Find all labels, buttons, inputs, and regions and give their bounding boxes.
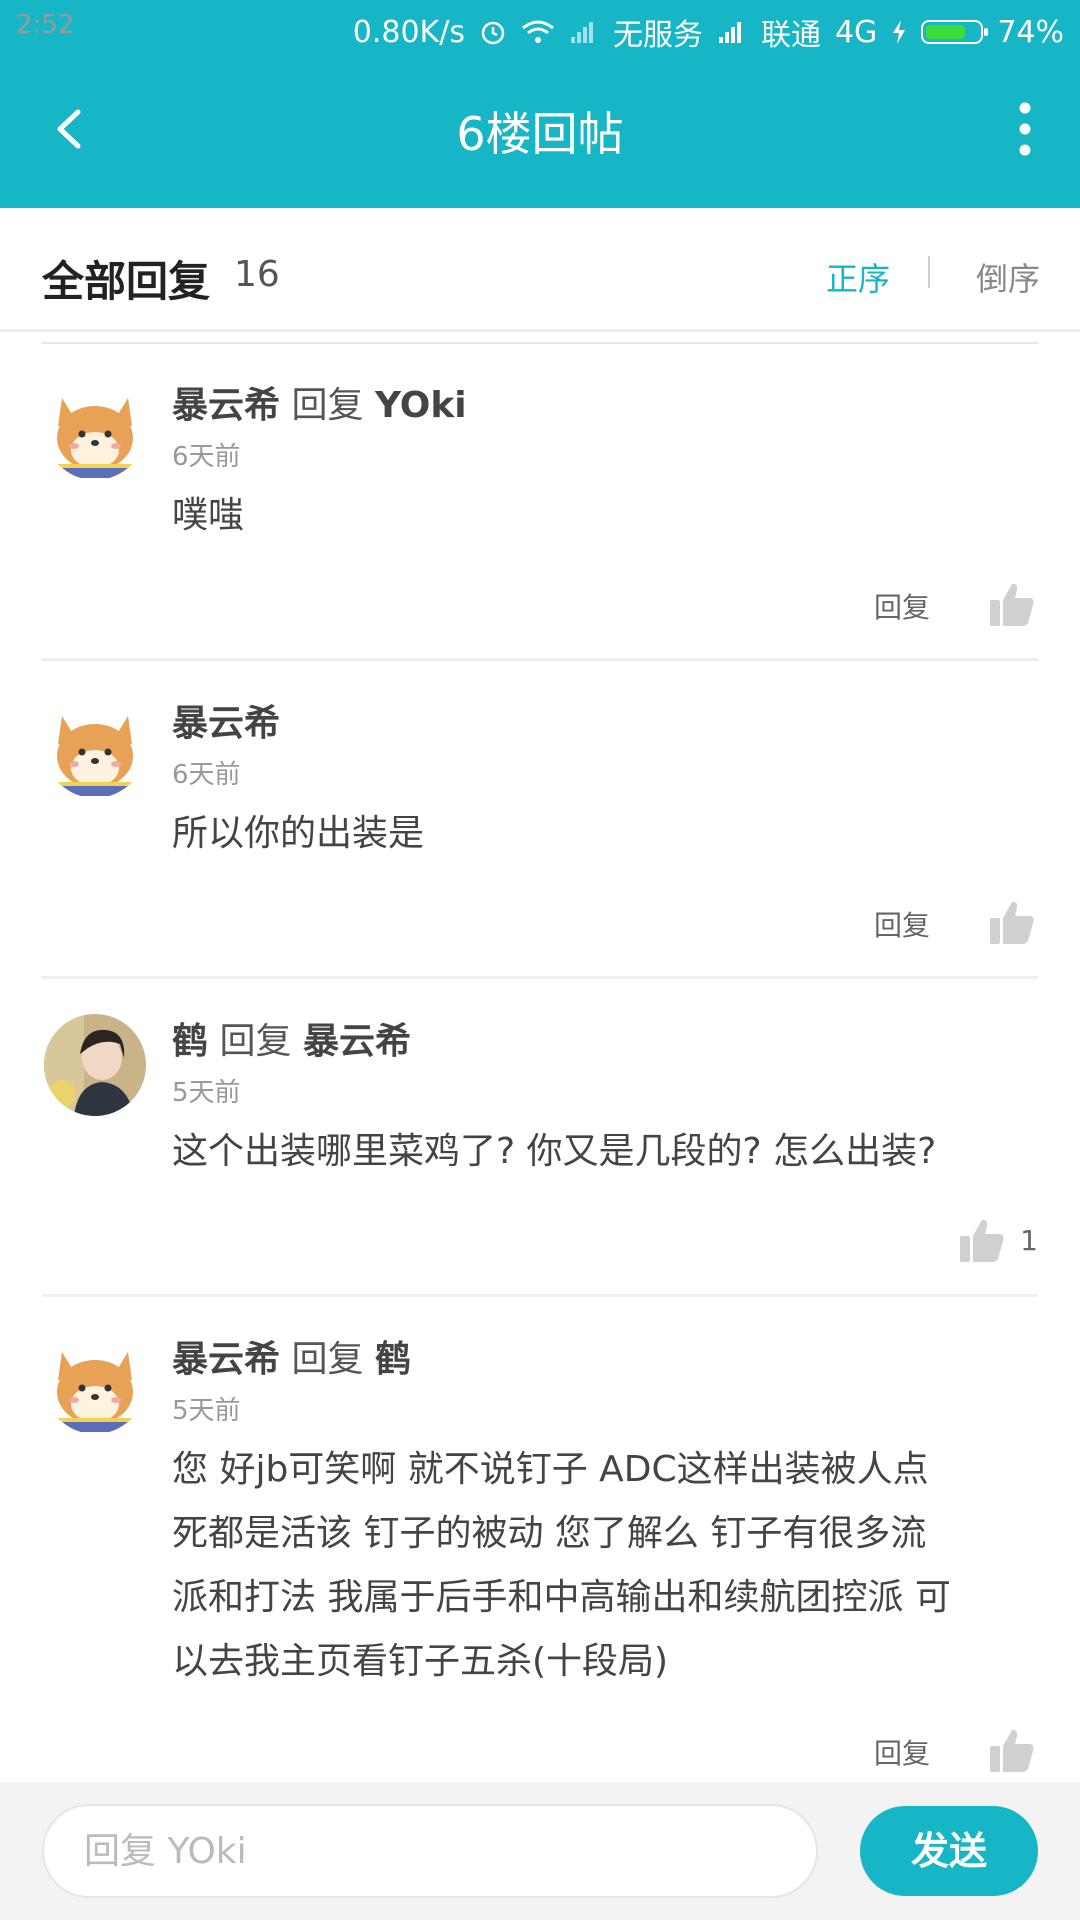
all-replies-title: 全部回复 [42, 257, 211, 306]
shiba-avatar[interactable] [44, 378, 146, 480]
person-avatar[interactable] [44, 1014, 146, 1116]
alarm-icon [481, 21, 505, 45]
reply-author-line: 暴云希 回复 YOki [172, 376, 467, 428]
reply-time: 5天前 [172, 1396, 241, 1426]
more-vertical-icon [1019, 102, 1031, 156]
reply-button[interactable]: 回复 [874, 586, 930, 626]
top-bar: 2:52 0.80K/s 无服务 联通 4G 74% 6楼回帖 [0, 0, 1080, 208]
reply-item: 暴云希 回复 鹤 5天前 您 好jb可笑啊 就不说钉子 ADC这样出装被人点 死… [0, 1296, 1080, 1782]
like-button[interactable] [988, 898, 1036, 946]
shiba-avatar-image [44, 696, 146, 798]
reply-content: 噗嗤 [172, 484, 1042, 548]
shiba-avatar[interactable] [44, 696, 146, 798]
like-button[interactable] [988, 580, 1036, 628]
page-title: 6楼回帖 [456, 107, 624, 161]
reply-content: 所以你的出装是 [172, 802, 1042, 866]
reply-item: 鹤 回复 暴云希 5天前 这个出装哪里菜鸡了? 你又是几段的? 怎么出装? 1 [0, 978, 1080, 1297]
reply-to-word: 回复 [291, 385, 364, 426]
reply-to-word: 回复 [219, 1021, 292, 1062]
reply-to-word: 回复 [291, 1339, 364, 1380]
shiba-avatar-image [44, 1332, 146, 1434]
reply-input[interactable] [42, 1804, 818, 1898]
charging-icon [893, 20, 906, 44]
reply-content: 您 好jb可笑啊 就不说钉子 ADC这样出装被人点 死都是活该 钉子的被动 您了… [172, 1438, 1042, 1694]
status-bar: 2:52 0.80K/s 无服务 联通 4G 74% [0, 0, 1080, 56]
thumbs-up-icon [990, 1729, 1034, 1772]
reply-time: 5天前 [172, 1078, 241, 1108]
shiba-avatar-image [44, 378, 146, 480]
status-right: 0.80K/s 无服务 联通 4G 74% [353, 10, 1064, 54]
reply-content-line: 死都是活该 钉子的被动 您了解么 钉子有很多流 [172, 1513, 927, 1554]
replies-header: 全部回复 16 正序 倒序 [0, 208, 1080, 332]
signal-empty-icon [570, 22, 593, 43]
reply-time: 6天前 [172, 760, 241, 790]
thumbs-up-icon [990, 583, 1034, 626]
nav-bar: 6楼回帖 [0, 56, 1080, 208]
more-button[interactable] [990, 94, 1060, 164]
reply-list[interactable]: 暴云希 回复 YOki 6天前 噗嗤 回复 暴云希 6天前 所以你的出装是 回复… [0, 342, 1080, 1782]
reply-author[interactable]: 鹤 [172, 1021, 208, 1062]
reply-content: 这个出装哪里菜鸡了? 你又是几段的? 怎么出装? [172, 1120, 1042, 1184]
reply-target[interactable]: YOki [375, 385, 467, 426]
replies-count: 16 [234, 254, 280, 295]
reply-button[interactable]: 回复 [874, 1732, 930, 1772]
reply-author[interactable]: 暴云希 [172, 385, 280, 426]
reply-target[interactable]: 鹤 [375, 1339, 411, 1380]
reply-item: 暴云希 6天前 所以你的出装是 回复 [0, 660, 1080, 979]
reply-author-line: 暴云希 [172, 694, 280, 746]
like-button[interactable] [988, 1726, 1036, 1774]
reply-content-line: 所以你的出装是 [172, 813, 425, 854]
reply-author[interactable]: 暴云希 [172, 1339, 280, 1380]
reply-target[interactable]: 暴云希 [303, 1021, 411, 1062]
reply-composer: 发送 [0, 1782, 1080, 1920]
battery-level [926, 25, 965, 39]
sort-ascending-button[interactable]: 正序 [826, 254, 890, 300]
wifi-icon [522, 20, 554, 43]
like-count: 1 [1020, 1224, 1038, 1257]
battery-percent: 74% [997, 14, 1064, 50]
reply-item: 暴云希 回复 YOki 6天前 噗嗤 回复 [0, 342, 1080, 661]
reply-author-line: 暴云希 回复 鹤 [172, 1330, 411, 1382]
sort-descending-button[interactable]: 倒序 [976, 254, 1040, 300]
reply-button[interactable]: 回复 [874, 904, 930, 944]
status-time: 2:52 [16, 10, 75, 40]
thumbs-up-icon [960, 1219, 1004, 1262]
reply-content-line: 派和打法 我属于后手和中高输出和续航团控派 可 [172, 1577, 951, 1618]
net-speed: 0.80K/s [352, 14, 465, 50]
send-button[interactable]: 发送 [860, 1806, 1038, 1896]
person-avatar-image [44, 1014, 146, 1116]
reply-author[interactable]: 暴云希 [172, 703, 280, 744]
thumbs-up-icon [990, 901, 1034, 944]
reply-content-line: 您 好jb可笑啊 就不说钉子 ADC这样出装被人点 [172, 1449, 929, 1490]
reply-content-line: 噗嗤 [172, 495, 245, 536]
reply-content-line: 以去我主页看钉子五杀(十段局) [172, 1641, 669, 1682]
reply-author-line: 鹤 回复 暴云希 [172, 1012, 411, 1064]
sort-separator [928, 256, 930, 288]
like-button[interactable] [958, 1216, 1006, 1264]
battery-icon [921, 20, 989, 44]
carrier-label: 联通 [760, 18, 821, 53]
signal-icon [718, 22, 741, 43]
no-service-label: 无服务 [612, 18, 703, 53]
reply-content-line: 这个出装哪里菜鸡了? 你又是几段的? 怎么出装? [172, 1131, 937, 1172]
network-type: 4G [834, 14, 878, 50]
reply-time: 6天前 [172, 442, 241, 472]
shiba-avatar[interactable] [44, 1332, 146, 1434]
